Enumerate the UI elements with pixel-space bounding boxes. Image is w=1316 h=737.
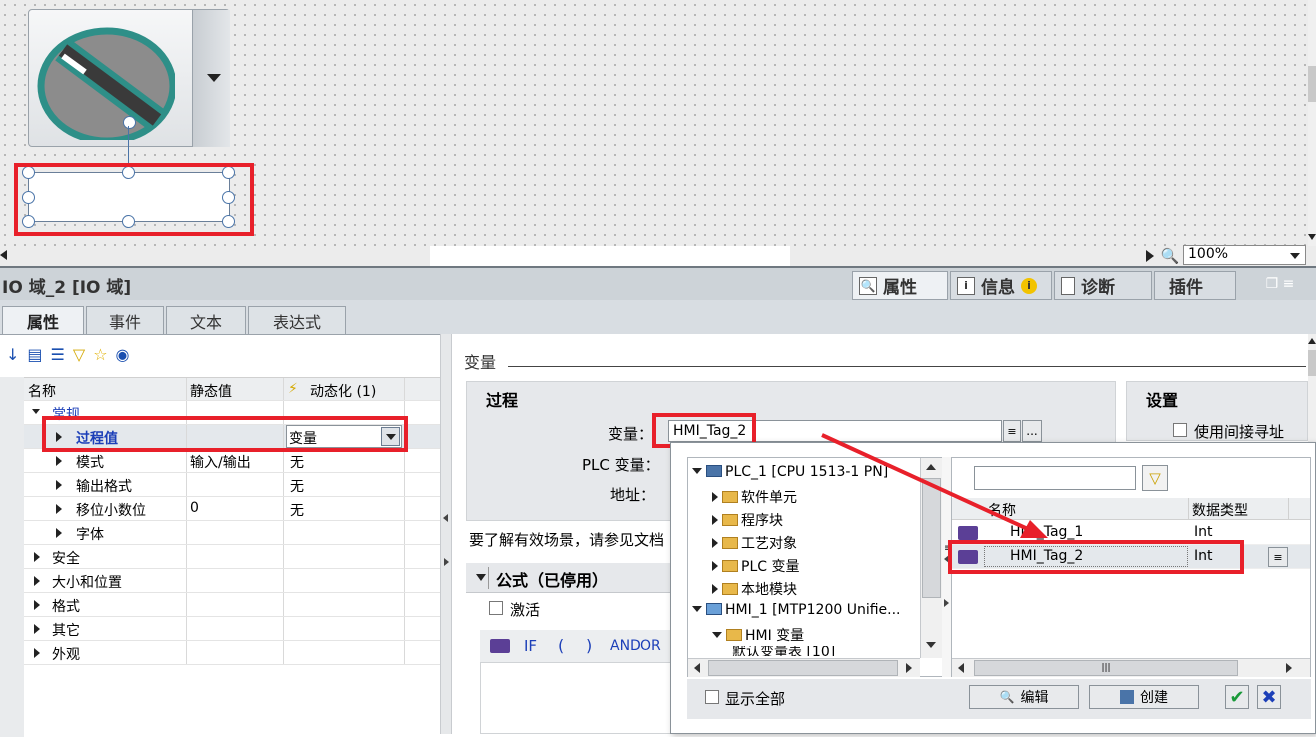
- variable-heading: 变量: [464, 353, 497, 372]
- tree-item-hmi1[interactable]: HMI_1 [MTP1200 Unifie...: [692, 602, 901, 618]
- edit-icon: 🔍: [999, 690, 1015, 704]
- panel-layout-icon[interactable]: ❐ ≡: [1260, 274, 1300, 294]
- create-icon: [1120, 690, 1134, 704]
- subtab-texts[interactable]: 文本: [166, 306, 246, 334]
- row-security[interactable]: 安全: [24, 545, 440, 569]
- settings-title: 设置: [1146, 391, 1179, 410]
- filter-icon[interactable]: ▽: [73, 345, 85, 367]
- tree-item-plc-tags[interactable]: PLC 变量: [712, 556, 799, 576]
- pane-splitter[interactable]: [440, 334, 452, 734]
- tab-info[interactable]: i 信息 i: [950, 271, 1052, 300]
- canvas-vscroll[interactable]: [1308, 0, 1316, 246]
- col-static: 静态值: [190, 384, 232, 400]
- favorites-icon[interactable]: ☆: [93, 345, 107, 367]
- formula-header[interactable]: 公式（已停用）: [466, 563, 676, 593]
- create-button[interactable]: 创建: [1089, 685, 1199, 709]
- tab-plugins[interactable]: 插件: [1154, 271, 1236, 300]
- zoom-value: 100%: [1188, 246, 1229, 262]
- list-filter-icon[interactable]: ▽: [1142, 465, 1168, 491]
- close-paren-button[interactable]: ): [586, 636, 592, 655]
- formula-toolbar: IF ( ) AND OR: [480, 630, 676, 662]
- tree-item-technology-objects[interactable]: 工艺对象: [712, 533, 797, 553]
- list-col-type: 数据类型: [1192, 503, 1248, 519]
- list-col-name: 名称: [988, 503, 1016, 519]
- cancel-icon[interactable]: ✖: [1257, 685, 1281, 709]
- canvas-hscroll[interactable]: 🔍: [0, 246, 1316, 266]
- browse-button[interactable]: ...: [1022, 420, 1042, 442]
- row-misc[interactable]: 其它: [24, 617, 440, 641]
- show-all-checkbox[interactable]: [705, 690, 719, 704]
- formula-editor[interactable]: [480, 662, 676, 734]
- property-table-header: 名称 静态值 ⚡ 动态化 (1): [24, 377, 440, 401]
- subtab-expressions[interactable]: 表达式: [248, 306, 346, 334]
- activate-checkbox[interactable]: [489, 601, 503, 615]
- tag2-highlight: [948, 540, 1244, 574]
- tree-hscroll[interactable]: [688, 658, 920, 677]
- if-button[interactable]: IF: [524, 637, 537, 655]
- process-value-highlight: [42, 416, 408, 452]
- lightning-icon: ⚡: [288, 381, 298, 397]
- subtab-properties[interactable]: 属性: [2, 306, 84, 334]
- row-mode[interactable]: 模式 输入/输出 无: [24, 449, 440, 473]
- subtab-events[interactable]: 事件: [86, 306, 164, 334]
- expand-all-icon[interactable]: ☰: [51, 345, 65, 367]
- tree-item-program-blocks[interactable]: 程序块: [712, 510, 783, 530]
- col-dynamic: 动态化 (1): [310, 384, 377, 400]
- row-format[interactable]: 格式: [24, 593, 440, 617]
- inspector-title: IO 域_2 [IO 域]: [2, 278, 132, 298]
- categorized-view-icon[interactable]: ▤: [27, 345, 42, 367]
- docs-note: 要了解有效场景，请参见文档: [469, 531, 665, 549]
- indirect-addressing-checkbox[interactable]: [1173, 423, 1187, 437]
- and-button[interactable]: AND: [610, 638, 641, 654]
- row-font[interactable]: 字体: [24, 521, 440, 545]
- address-label: 地址：: [610, 486, 656, 504]
- properties-tab-icon: 🔍: [859, 276, 877, 295]
- row-shift-decimal[interactable]: 移位小数位 0 无: [24, 497, 440, 521]
- tree-item-plc1[interactable]: PLC_1 [CPU 1513-1 PN]: [692, 464, 888, 480]
- sort-icon[interactable]: ↓: [6, 345, 19, 367]
- property-pane: ↓ ▤ ☰ ▽ ☆ ◉ 名称 静态值 ⚡ 动态化 (1) 常规 过程值 变量 模…: [0, 334, 440, 737]
- hmi-tag-icon: [958, 526, 978, 540]
- tree-item-software-units[interactable]: 软件单元: [712, 487, 797, 507]
- indirect-addressing-label: 使用间接寻址: [1194, 423, 1285, 441]
- switch-knob-icon: [37, 27, 175, 140]
- process-title: 过程: [486, 391, 519, 410]
- info-tab-icon: i: [957, 276, 975, 295]
- or-button[interactable]: OR: [640, 638, 661, 654]
- list-header: 名称 数据类型: [952, 498, 1310, 520]
- show-icon[interactable]: ◉: [116, 345, 130, 367]
- variable-label: 变量：: [608, 425, 654, 443]
- col-name: 名称: [28, 384, 56, 400]
- tree-item-default-table[interactable]: 默认变量表 [10]: [732, 646, 835, 656]
- show-all-label: 显示全部: [725, 690, 786, 708]
- switch-dropdown-button[interactable]: [192, 10, 230, 147]
- tag-tree: PLC_1 [CPU 1513-1 PN] 软件单元 程序块 工艺对象 PLC …: [687, 457, 943, 677]
- plc-variable-label: PLC 变量：: [582, 456, 660, 474]
- row-appearance[interactable]: 外观: [24, 641, 440, 665]
- tag-icon[interactable]: [490, 639, 510, 653]
- list-hscroll[interactable]: |||: [952, 658, 1310, 677]
- zoom-select[interactable]: 100%: [1183, 245, 1306, 265]
- inspector-header: IO 域_2 [IO 域] 🔍 属性 i 信息 i 诊断 插件 ❐ ≡: [0, 266, 1316, 300]
- list-filter-input[interactable]: [974, 466, 1136, 490]
- row-detail-icon[interactable]: ≡: [1268, 547, 1288, 567]
- tab-properties[interactable]: 🔍 属性: [852, 271, 948, 300]
- tree-vscroll[interactable]: [920, 458, 942, 658]
- row-size-position[interactable]: 大小和位置: [24, 569, 440, 593]
- zoom-icon[interactable]: 🔍: [1160, 247, 1180, 265]
- selector-switch[interactable]: [28, 9, 230, 147]
- tree-item-hmi-tags[interactable]: HMI 变量: [712, 625, 804, 645]
- diagnostics-tab-icon: [1061, 276, 1075, 295]
- confirm-icon[interactable]: ✔: [1225, 685, 1249, 709]
- variable-browser-popup: PLC_1 [CPU 1513-1 PN] 软件单元 程序块 工艺对象 PLC …: [670, 442, 1316, 734]
- tab-diagnostics[interactable]: 诊断: [1054, 271, 1152, 300]
- info-badge-icon: i: [1021, 277, 1037, 294]
- open-paren-button[interactable]: (: [558, 636, 564, 655]
- tree-item-local-modules[interactable]: 本地模块: [712, 579, 797, 599]
- edit-button[interactable]: 🔍 编辑: [969, 685, 1079, 709]
- activate-label: 激活: [510, 601, 541, 619]
- row-output-format[interactable]: 输出格式 无: [24, 473, 440, 497]
- variable-list-icon[interactable]: ≡: [1003, 420, 1021, 442]
- io-field-highlight: [14, 163, 254, 236]
